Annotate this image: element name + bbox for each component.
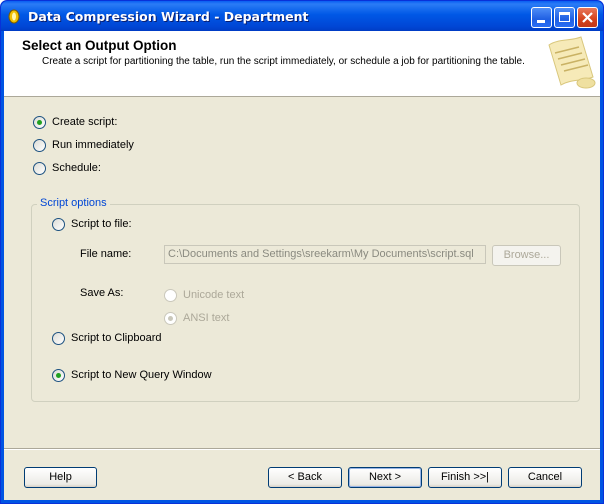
maximize-button[interactable] [554,7,575,28]
run-immediately-radio[interactable] [33,139,46,152]
script-to-clipboard-radio[interactable] [52,332,65,345]
back-button[interactable]: < Back [268,467,342,488]
finish-button[interactable]: Finish >>| [428,467,502,488]
file-name-input[interactable]: C:\Documents and Settings\sreekarm\My Do… [164,245,486,264]
next-button[interactable]: Next > [348,467,422,488]
close-icon [582,12,593,23]
dialog-body: Select an Output Option Create a script … [4,31,600,500]
schedule-label: Schedule: [52,162,101,174]
close-button[interactable] [577,7,598,28]
ansi-text-label: ANSI text [183,312,230,324]
unicode-text-label: Unicode text [183,289,245,301]
script-to-file-label: Script to file: [71,218,132,230]
script-to-file-radio[interactable] [52,218,65,231]
new-query-window-radio[interactable] [52,369,65,382]
wizard-window: Data Compression Wizard - Department Sel… [0,0,604,504]
page-title: Select an Output Option [22,38,177,53]
app-icon [8,9,20,24]
help-button[interactable]: Help [24,467,97,488]
script-options-legend: Script options [37,197,110,209]
footer-divider [4,448,600,450]
scroll-icon [548,36,596,89]
minimize-icon [537,20,545,23]
title-bar[interactable]: Data Compression Wizard - Department [1,1,603,31]
maximize-icon [559,12,570,22]
save-as-label: Save As: [80,287,124,299]
ansi-text-radio[interactable] [164,312,177,325]
schedule-radio[interactable] [33,162,46,175]
create-script-radio[interactable] [33,116,46,129]
create-script-label: Create script: [52,116,118,128]
new-query-window-label: Script to New Query Window [71,369,212,381]
wizard-header: Select an Output Option Create a script … [4,31,600,97]
file-name-label: File name: [80,248,132,260]
page-description: Create a script for partitioning the tab… [42,56,525,67]
unicode-text-radio[interactable] [164,289,177,302]
minimize-button[interactable] [531,7,552,28]
window-title: Data Compression Wizard - Department [28,9,309,24]
browse-button[interactable]: Browse... [492,245,561,266]
cancel-button[interactable]: Cancel [508,467,582,488]
run-immediately-label: Run immediately [52,139,134,151]
script-to-clipboard-label: Script to Clipboard [71,332,162,344]
